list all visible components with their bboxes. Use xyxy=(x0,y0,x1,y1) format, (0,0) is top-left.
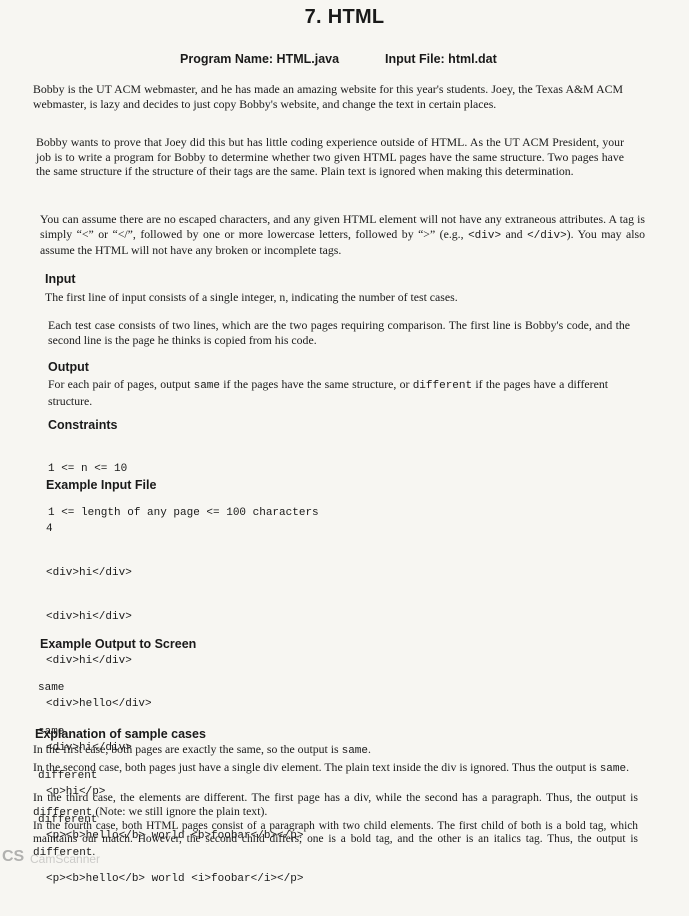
example-output-heading: Example Output to Screen xyxy=(40,637,197,651)
explanation-case-2: In the second case, both pages just have… xyxy=(33,760,638,776)
output-text-b: if the pages have the same structure, or xyxy=(220,377,413,391)
intro-p3-code-div: <div> xyxy=(468,229,502,242)
constraint-line: 1 <= n <= 10 xyxy=(48,463,128,476)
example-input-heading: Example Input File xyxy=(46,478,157,492)
constraints-heading: Constraints xyxy=(48,418,118,432)
explanation-c1-end: . xyxy=(368,742,371,756)
output-code-same: same xyxy=(193,380,221,392)
explanation-c3-code: different xyxy=(33,807,93,819)
intro-paragraph-3: You can assume there are no escaped char… xyxy=(40,212,645,258)
example-output-line: same xyxy=(38,682,65,695)
input-heading: Input xyxy=(45,272,76,286)
intro-p3-code-close-div: </div> xyxy=(527,229,567,242)
output-heading: Output xyxy=(48,360,89,374)
explanation-c1-text: In the first case, both pages are exactl… xyxy=(33,742,342,756)
program-info-line: Program Name: HTML.java Input File: html… xyxy=(180,52,540,66)
intro-p3-and: and xyxy=(501,226,528,241)
page-title: 7. HTML xyxy=(304,6,385,28)
program-name: Program Name: HTML.java xyxy=(180,52,340,66)
explanation-c2-end: . xyxy=(626,760,630,774)
explanation-c2-code: same xyxy=(599,763,627,775)
input-paragraph-1: The first line of input consists of a si… xyxy=(45,290,458,304)
explanation-c2-text: In the second case, both pages just have… xyxy=(33,760,600,774)
example-input-line: <p><b>hello</b> world <i>foobar</i></p> xyxy=(46,873,304,886)
input-file: Input File: html.dat xyxy=(385,52,497,66)
camscanner-watermark: CamScanner xyxy=(30,852,101,866)
explanation-case-3: In the third case, the elements are diff… xyxy=(33,790,638,820)
explanation-c4-text: In the fourth case, both HTML pages cons… xyxy=(33,820,638,845)
explanation-c1-code: same xyxy=(341,745,368,757)
input-paragraph-2: Each test case consists of two lines, wh… xyxy=(48,318,630,347)
example-input-line: <div>hi</div> xyxy=(46,566,132,579)
example-input-line: 4 xyxy=(46,523,53,536)
explanation-case-4: In the fourth case, both HTML pages cons… xyxy=(33,820,638,860)
explanation-case-1: In the first case, both pages are exactl… xyxy=(33,742,638,758)
output-paragraph: For each pair of pages, output same if t… xyxy=(48,377,608,408)
explanation-heading: Explanation of sample cases xyxy=(35,727,206,741)
intro-paragraph-1: Bobby is the UT ACM webmaster, and he ha… xyxy=(33,82,623,111)
intro-paragraph-2: Bobby wants to prove that Joey did this … xyxy=(36,135,624,179)
output-text-a: For each pair of pages, output xyxy=(48,377,194,391)
camscanner-logo: CS xyxy=(2,848,25,865)
explanation-c3-text: In the third case, the elements are diff… xyxy=(33,790,638,804)
document-page: 7. HTML Program Name: HTML.java Input Fi… xyxy=(0,0,689,885)
output-code-different: different xyxy=(412,380,473,392)
explanation-c3-end: (Note: we still ignore the plain text). xyxy=(92,804,268,818)
example-input-line: <div>hi</div> xyxy=(46,610,132,623)
